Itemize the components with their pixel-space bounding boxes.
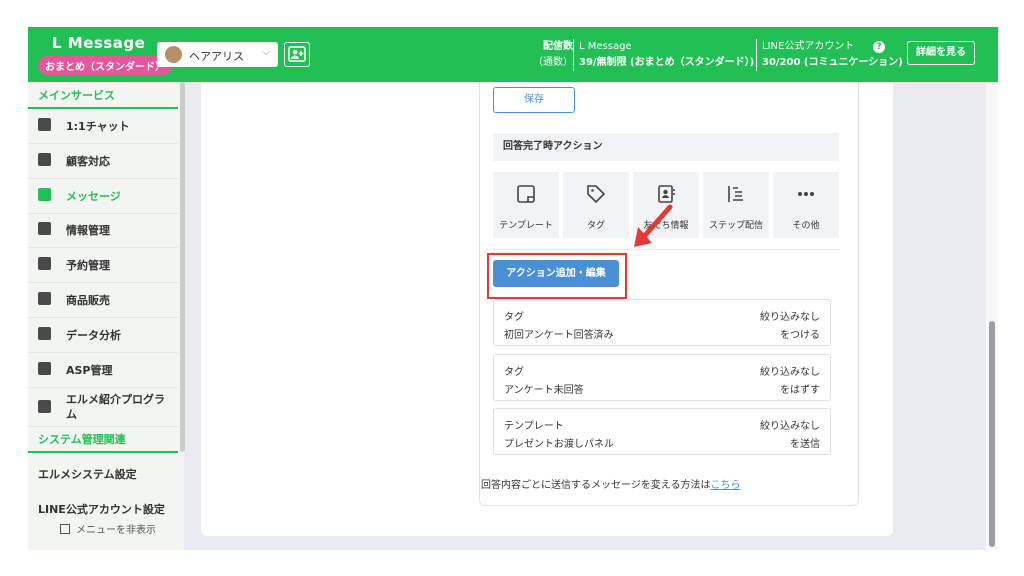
rule-detail: プレゼントお渡しパネル — [504, 439, 614, 450]
action-rule-item[interactable]: テンプレート プレゼントお渡しパネル 絞り込みなし を送信 — [493, 408, 831, 455]
rule-action: をはずす — [780, 385, 820, 396]
section-divider — [28, 451, 178, 453]
more-icon — [798, 192, 814, 196]
rule-action: を送信 — [790, 439, 820, 450]
sidebar-item-label: 情報管理 — [66, 224, 110, 237]
top-header: L Message おまとめ（スタンダード） ヘアアリス ⌵ 配信数 （通数） … — [28, 27, 998, 82]
section-main-services: メインサービス — [38, 89, 115, 102]
sidebar-item-label: 1:1チャット — [66, 120, 130, 133]
rule-type: テンプレート — [504, 421, 564, 432]
steps-icon — [728, 186, 743, 202]
customer-icon — [38, 153, 51, 166]
tile-step-delivery[interactable]: ステップ配信 — [703, 172, 769, 238]
chart-icon — [38, 327, 51, 340]
rule-filter: 絞り込みなし — [760, 367, 820, 378]
template-icon — [517, 185, 535, 203]
collapse-icon — [60, 524, 70, 534]
completion-action-heading: 回答完了時アクション — [493, 133, 839, 161]
tile-label: その他 — [792, 221, 820, 231]
sidebar-item-label: データ分析 — [66, 329, 121, 342]
plan-badge: おまとめ（スタンダード） — [38, 56, 172, 75]
rule-action: をつける — [780, 330, 820, 341]
sidebar-scrollbar[interactable] — [180, 82, 185, 452]
action-rule-item[interactable]: タグ アンケート未回答 絞り込みなし をはずす — [493, 354, 831, 401]
sidebar-item-chat[interactable]: 1:1チャット — [28, 109, 178, 144]
chat-icon — [38, 118, 51, 131]
hide-menu-label: メニューを非表示 — [76, 525, 156, 536]
sent-count-label: 配信数 （通数） — [533, 41, 573, 68]
sidebar-item-sales[interactable]: 商品販売 — [28, 283, 178, 318]
footnote-text: 回答内容ごとに送信するメッセージを変える方法は — [481, 480, 711, 491]
sidebar-item-line-settings[interactable]: LINE公式アカウント設定 — [38, 501, 165, 517]
sidebar-item-reservation[interactable]: 予約管理 — [28, 248, 178, 283]
help-footnote: 回答内容ごとに送信するメッセージを変える方法はこちら — [481, 476, 741, 491]
page-scrollbar[interactable] — [989, 321, 995, 547]
tile-template[interactable]: テンプレート — [493, 172, 559, 238]
divider — [573, 39, 574, 71]
sidebar-item-customer[interactable]: 顧客対応 — [28, 144, 178, 179]
tile-label: タグ — [586, 221, 605, 231]
message-icon — [38, 188, 51, 201]
tile-other[interactable]: その他 — [773, 172, 839, 238]
add-user-icon — [288, 46, 306, 62]
contact-card-icon — [658, 185, 675, 203]
sidebar-item-label: 商品販売 — [66, 294, 110, 307]
tile-tag[interactable]: タグ — [563, 172, 629, 238]
tile-label: ステップ配信 — [708, 221, 763, 231]
rule-filter: 絞り込みなし — [760, 312, 820, 323]
sidebar-item-asp[interactable]: ASP管理 — [28, 353, 178, 388]
tag-icon — [38, 222, 51, 235]
section-system: システム管理関連 — [38, 433, 126, 446]
sidebar-item-referral[interactable]: エルメ紹介プログラム — [28, 388, 178, 427]
sidebar-item-label: 顧客対応 — [66, 155, 110, 168]
pointer-arrow-icon — [634, 204, 673, 247]
sidebar-item-info[interactable]: 情報管理 — [28, 213, 178, 248]
sidebar-item-message[interactable]: メッセージ — [28, 179, 178, 214]
rule-type: タグ — [504, 312, 524, 323]
save-button[interactable]: 保存 — [493, 87, 575, 113]
rule-filter: 絞り込みなし — [760, 421, 820, 432]
rule-detail: アンケート未回答 — [504, 385, 584, 396]
sidebar: メインサービス 1:1チャット 顧客対応 メッセージ 情報管理 予約管理 商品販… — [28, 82, 184, 550]
calendar-icon — [38, 257, 51, 270]
asp-icon — [38, 362, 51, 375]
details-button[interactable]: 詳細を見る — [907, 41, 975, 65]
brand-logo[interactable]: L Message — [52, 34, 145, 52]
account-select[interactable]: ヘアアリス ⌵ — [157, 42, 278, 67]
avatar — [165, 46, 182, 63]
rule-type: タグ — [504, 367, 524, 378]
add-account-button[interactable] — [284, 42, 310, 67]
badge-icon — [38, 400, 51, 413]
highlight-box — [487, 253, 627, 299]
tile-label: テンプレート — [499, 221, 553, 231]
account-name: ヘアアリス — [189, 50, 244, 63]
sidebar-item-label: エルメ紹介プログラム — [66, 393, 165, 421]
tag-icon — [587, 185, 606, 204]
chevron-down-icon: ⌵ — [262, 47, 270, 58]
plan-usage: L Message 39/無制限 (おまとめ（スタンダード）) — [579, 41, 755, 68]
app-window: L Message おまとめ（スタンダード） ヘアアリス ⌵ 配信数 （通数） … — [28, 27, 998, 550]
divider — [756, 39, 757, 71]
sidebar-item-label: メッセージ — [66, 190, 121, 203]
help-link[interactable]: こちら — [711, 480, 741, 491]
rule-detail: 初回アンケート回答済み — [504, 330, 614, 341]
sidebar-item-elme-settings[interactable]: エルメシステム設定 — [38, 466, 137, 482]
action-rule-item[interactable]: タグ 初回アンケート回答済み 絞り込みなし をつける — [493, 299, 831, 346]
cart-icon — [38, 292, 51, 305]
hide-menu-button[interactable]: メニューを非表示 — [60, 521, 156, 536]
sidebar-item-label: 予約管理 — [66, 259, 110, 272]
sidebar-item-analytics[interactable]: データ分析 — [28, 318, 178, 353]
help-icon[interactable]: ? — [873, 41, 885, 53]
sidebar-item-label: ASP管理 — [66, 364, 113, 377]
